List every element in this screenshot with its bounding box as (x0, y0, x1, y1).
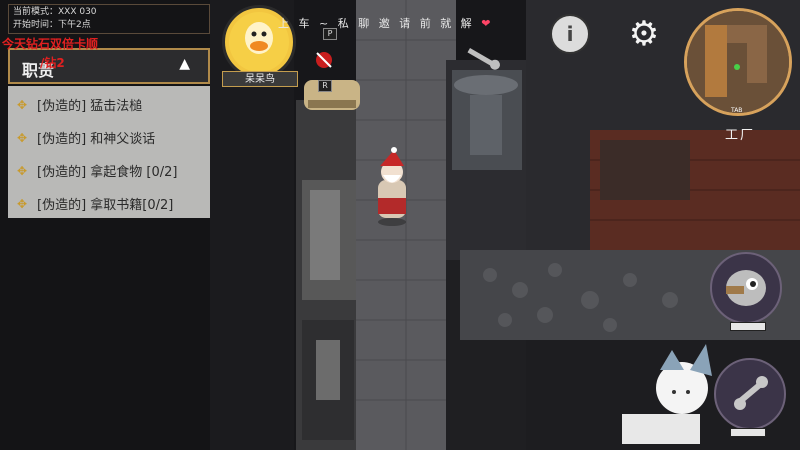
minimap-tab-label: TAB (731, 107, 743, 114)
sign-letter-p: P (323, 28, 337, 40)
stream-promo-text: 今天钻石双倍卡顺 (2, 37, 99, 51)
stream-promo-text-2: /钻2 (40, 56, 65, 70)
tool-cooldown-bar (730, 428, 766, 437)
duty-label: 和神父谈话 (90, 132, 156, 147)
duty-item[interactable]: ✥ [伪造的] 拿起食物 [0/2] (8, 154, 210, 187)
duty-bullet-icon: ✥ (16, 196, 28, 211)
banner-text: 上 车 ~ 私 聊 邀 请 前 就 解 (278, 17, 475, 30)
scrolling-banner: 上 车 ~ 私 聊 邀 请 前 就 解 ❤ (278, 15, 493, 31)
duty-bullet-icon: ✥ (16, 97, 28, 112)
duty-item[interactable]: ✥ [伪造的] 拿取书籍[0/2] (8, 187, 210, 220)
parking-sign: P (314, 2, 344, 42)
duty-bullet-icon: ✥ (16, 163, 28, 178)
minimap[interactable]: TAB (684, 8, 792, 116)
duty-label: 拿取书籍[0/2] (90, 198, 174, 213)
wrench-icon (734, 376, 768, 410)
info-button[interactable]: i (550, 14, 590, 54)
duty-bullet-icon: ✥ (16, 130, 28, 145)
location-name: 工厂 (724, 128, 755, 143)
collapse-arrow-icon[interactable]: ▲ (179, 56, 190, 72)
duty-prefix: [伪造的] (37, 99, 87, 114)
session-mode-text: 当前模式：XXX 030 (13, 7, 97, 17)
duty-item[interactable]: ✥ [伪造的] 和神父谈话 (8, 121, 210, 154)
minimap-render (687, 11, 789, 113)
tool-button[interactable] (714, 358, 786, 430)
duties-list: ✥ [伪造的] 猛击法槌 ✥ [伪造的] 和神父谈话 ✥ [伪造的] 拿起食物 … (8, 86, 210, 218)
skill-cooldown-bar (730, 322, 766, 331)
bird-skill-icon (726, 270, 766, 306)
duty-prefix: [伪造的] (37, 198, 87, 213)
gear-icon[interactable]: ⚙ (624, 14, 664, 54)
sign-letter-r: R (318, 80, 332, 92)
duty-prefix: [伪造的] (37, 165, 87, 180)
duty-item[interactable]: ✥ [伪造的] 猛击法槌 (8, 88, 210, 121)
player-name: 呆呆鸟 (222, 71, 298, 87)
heart-icon: ❤ (481, 17, 494, 30)
session-time-text: 开始时间：下午2点 (13, 20, 91, 30)
session-info-panel: 当前模式：XXX 030 开始时间：下午2点 (8, 4, 210, 34)
duty-prefix: [伪造的] (37, 132, 87, 147)
use-item-button[interactable] (710, 252, 782, 324)
duties-header[interactable]: 职责 ▲ (8, 48, 210, 84)
duty-label: 猛击法槌 (90, 99, 143, 114)
no-parking-sign-icon (314, 50, 334, 76)
duty-label: 拿起食物 [0/2] (90, 165, 178, 180)
